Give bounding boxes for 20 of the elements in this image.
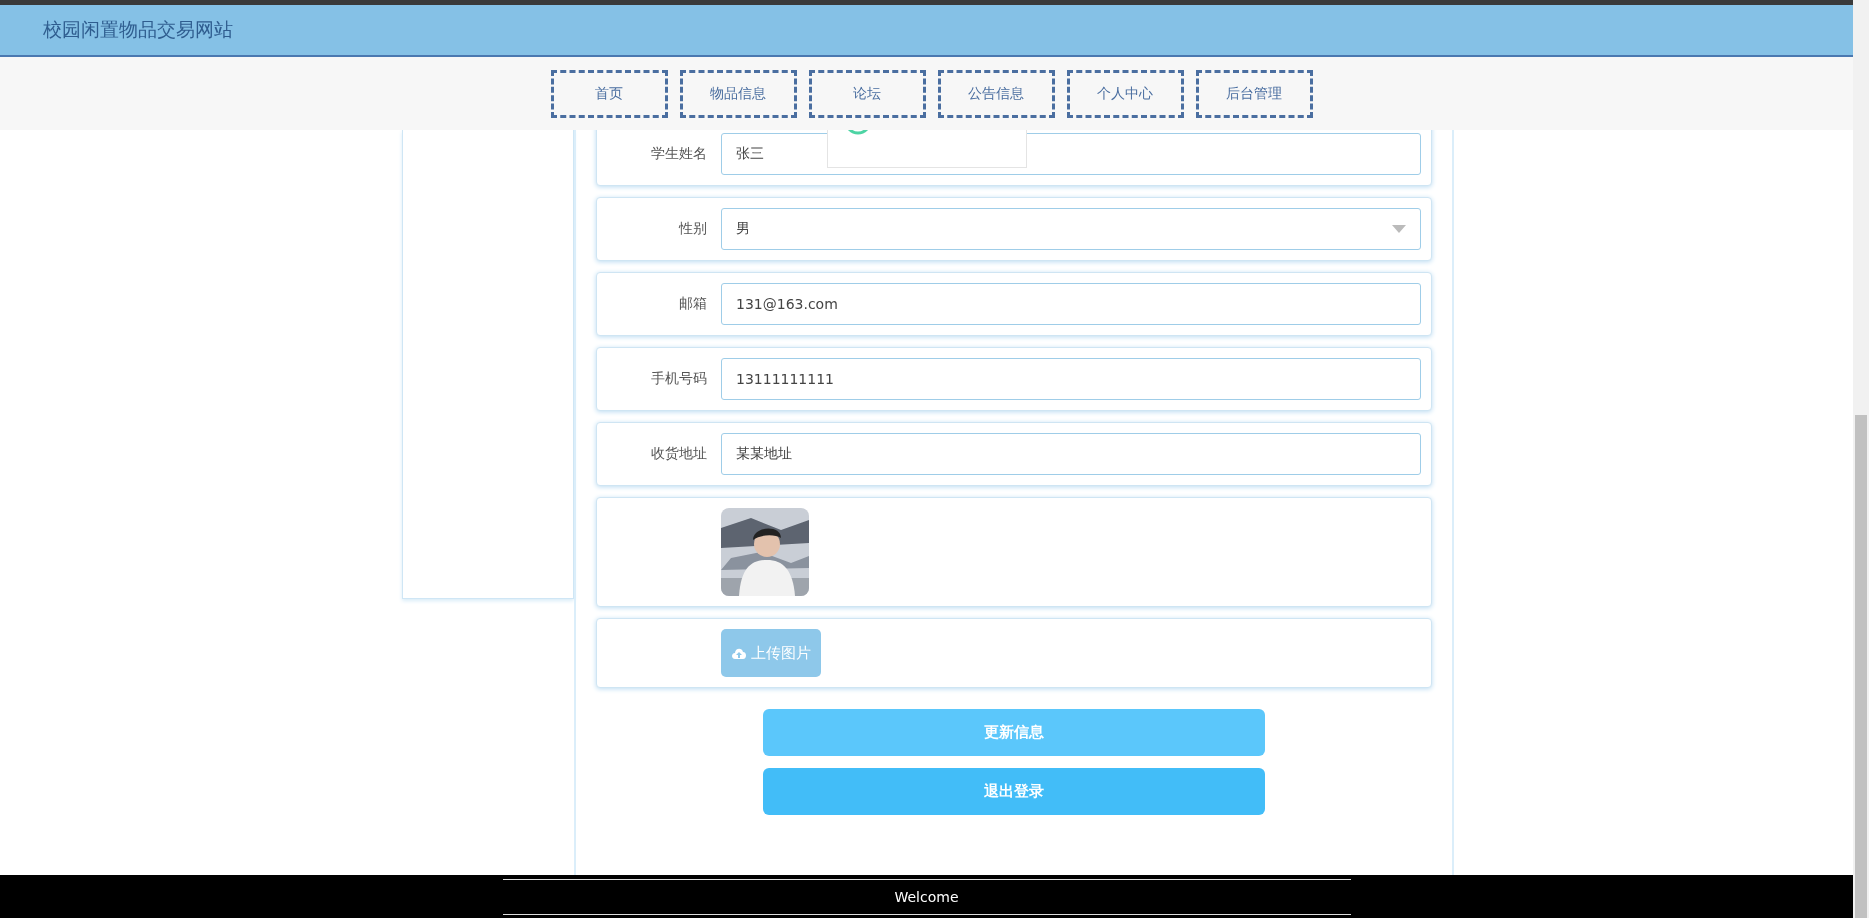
input-field[interactable]: 13111111111 [721,358,1421,400]
input-field[interactable]: 某某地址 [721,433,1421,475]
field-label: 性别 [677,220,708,238]
field-label: 收货地址 [650,445,708,463]
field-label: 邮箱 [678,295,708,313]
footer-text: Welcome [894,887,959,907]
site-title: 校园闲置物品交易网站 [43,17,233,42]
nav-link[interactable]: 论坛 [808,69,926,118]
field-label: 学生姓名 [650,145,708,163]
nav-link[interactable]: 首页 [550,69,668,118]
input-field[interactable]: 张三 [721,133,1421,175]
caret-icon [1392,225,1406,233]
input-field[interactable]: 131@163.com [721,283,1421,325]
nav-link[interactable]: 公告信息 [937,69,1055,118]
field-label: 手机号码 [650,370,708,388]
nav-link[interactable]: 个人中心 [1066,69,1184,118]
select-field[interactable]: 男 [721,208,1421,250]
nav-link[interactable]: 物品信息 [679,69,797,118]
cloud-upload-icon [731,647,747,659]
nav-link[interactable]: 后台管理 [1195,69,1313,118]
